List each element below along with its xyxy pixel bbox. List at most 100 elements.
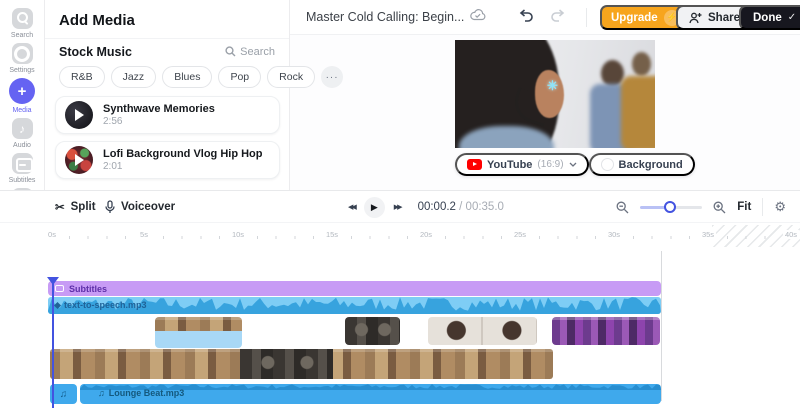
genre-pill-rock[interactable]: Rock (267, 66, 316, 88)
song-play-button[interactable] (65, 146, 93, 174)
panel-title: Add Media (59, 12, 135, 29)
gear-icon (11, 43, 33, 64)
time-separator: / (459, 201, 463, 213)
genre-pill-blues[interactable]: Blues (162, 66, 213, 88)
playhead[interactable] (47, 277, 59, 408)
plus-icon: + (9, 78, 35, 104)
clip-thumbnails (155, 317, 242, 331)
music-note-icon: ♫ (59, 388, 68, 400)
add-media-panel: Add Media Stock Music Search R&B Jazz Bl… (45, 0, 344, 190)
aspect-ratio-value: (16:9) (537, 159, 564, 170)
clip-dark-segment (240, 349, 333, 379)
done-button[interactable]: Done ✓ (739, 5, 800, 30)
zoom-slider[interactable] (640, 200, 703, 213)
redo-icon[interactable] (550, 9, 566, 22)
top-bar: Master Cold Calling: Begin... Upgrade ⚡ … (290, 0, 800, 35)
share-label: Share (708, 11, 740, 24)
add-person-icon (689, 12, 702, 23)
sidebar-item-settings[interactable]: Settings (0, 43, 45, 74)
song-card[interactable]: Synthwave Memories 2:56 (55, 96, 280, 134)
forward-icon[interactable]: ▶▶ (394, 203, 403, 211)
timeline: ✂ Split Voiceover ◀◀ ▶ ▶▶ 00:00.2 / 00:3… (0, 190, 800, 408)
more-genres-button[interactable]: ··· (321, 66, 344, 88)
genre-pill-pop[interactable]: Pop (218, 66, 262, 88)
search-icon (225, 46, 236, 57)
ruler-tick: 25s (511, 230, 529, 239)
microphone-icon (105, 200, 115, 213)
fit-button[interactable]: Fit (737, 201, 751, 213)
stock-music-header: Stock Music Search (45, 38, 289, 64)
subtitles-icon (11, 153, 33, 174)
main-video-clip[interactable] (50, 349, 553, 379)
play-icon (75, 109, 84, 121)
music-note-icon: ♪ (11, 118, 33, 139)
zoom-controls: Fit ⚙ (616, 191, 786, 223)
song-play-button[interactable] (65, 101, 93, 129)
project-title[interactable]: Master Cold Calling: Begin... (306, 10, 464, 24)
sidebar-item-search[interactable]: Search (0, 8, 45, 39)
overlay-video-clip[interactable] (552, 317, 660, 345)
timeline-ruler[interactable]: 0s 5s 10s 15s 20s 25s 30s 35s 40s (0, 223, 800, 247)
zoom-out-icon[interactable] (616, 201, 629, 214)
sparkle-icon: ✳ (547, 78, 558, 93)
ruler-tick: 40s (782, 230, 800, 239)
undo-icon[interactable] (518, 9, 534, 22)
time-display: 00:00.2 / 00:35.0 (418, 201, 504, 213)
sidebar-item-label: Media (12, 107, 32, 114)
preview-controls: YouTube (16:9) Background (455, 153, 695, 176)
play-icon: ▶ (370, 201, 378, 212)
split-label: Split (70, 201, 96, 213)
song-meta: Synthwave Memories 2:56 (103, 103, 215, 127)
sidebar-item-audio[interactable]: ♪ Audio (0, 118, 45, 149)
search-label: Search (240, 45, 275, 58)
ruler-tick: 35s (699, 230, 717, 239)
song-duration: 2:01 (103, 161, 123, 172)
song-card[interactable]: Lofi Background Vlog Hip Hop 2:01 (55, 141, 280, 179)
play-button[interactable]: ▶ (363, 196, 385, 218)
background-swatch (600, 158, 614, 171)
zoom-in-icon[interactable] (713, 201, 726, 214)
ruler-tick: 15s (323, 230, 341, 239)
music-clip[interactable]: ♫ Lounge Beat.mp3 (80, 384, 661, 404)
current-time: 00:00.2 (417, 201, 456, 213)
sidebar-item-media[interactable]: + Media (0, 78, 45, 114)
timeline-tracks: Subtitles text-to-speech.mp3 ♫ ♫ Lounge … (0, 247, 800, 408)
timeline-settings-icon[interactable]: ⚙ (774, 199, 786, 215)
overlay-video-clip[interactable] (155, 317, 242, 348)
rewind-icon[interactable]: ◀◀ (348, 203, 357, 211)
music-note-icon: ♫ (98, 388, 105, 398)
timeline-end-marker (661, 251, 662, 401)
overlay-video-clip[interactable] (345, 317, 400, 345)
zoom-slider-handle[interactable] (664, 200, 677, 213)
voiceover-label: Voiceover (121, 201, 176, 213)
stock-music-search[interactable]: Search (225, 46, 275, 58)
subtitles-track-clip[interactable]: Subtitles (48, 281, 661, 296)
scissors-icon: ✂ (55, 202, 65, 214)
background-label: Background (618, 158, 683, 171)
overlay-video-clip[interactable] (428, 317, 537, 345)
voiceover-button[interactable]: Voiceover (105, 191, 175, 223)
search-icon (11, 8, 33, 29)
sidebar-item-label: Search (10, 32, 34, 39)
genre-filter-row: R&B Jazz Blues Pop Rock ··· (59, 66, 344, 88)
preview-area: ✳ YouTube (16:9) Background (290, 35, 800, 190)
sidebar-item-subtitles[interactable]: Subtitles (0, 153, 45, 184)
preview-figure (621, 76, 655, 148)
play-icon (75, 154, 84, 166)
total-time: 00:35.0 (465, 201, 504, 213)
voiceover-audio-clip[interactable]: text-to-speech.mp3 (48, 297, 661, 314)
split-button[interactable]: ✂ Split (55, 191, 96, 223)
background-button[interactable]: Background (588, 153, 695, 176)
video-preview[interactable]: ✳ (455, 40, 655, 148)
done-label: Done (753, 11, 782, 24)
playhead-line (52, 277, 54, 408)
genre-pill-jazz[interactable]: Jazz (110, 66, 157, 88)
divider (762, 198, 764, 216)
transport-controls: ◀◀ ▶ ▶▶ 00:00.2 / 00:35.0 (348, 191, 504, 223)
aspect-ratio-button[interactable]: YouTube (16:9) (455, 153, 589, 176)
voice-clip-label-row: text-to-speech.mp3 (53, 300, 147, 310)
youtube-label: YouTube (487, 158, 533, 171)
sidebar-item-label: Settings (9, 67, 35, 74)
genre-pill-rnb[interactable]: R&B (59, 66, 105, 88)
song-duration: 2:56 (103, 116, 123, 127)
